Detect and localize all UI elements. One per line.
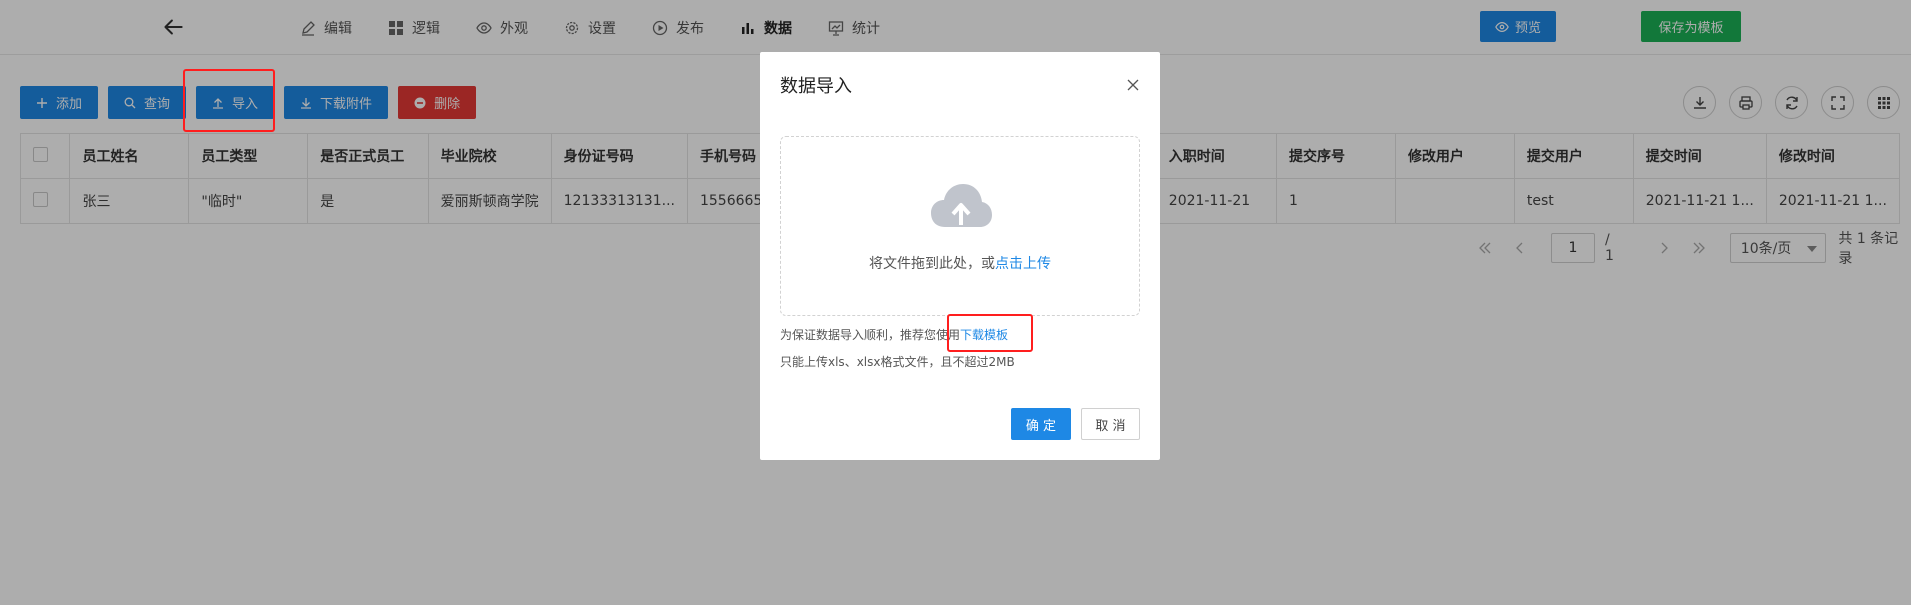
import-dialog: 数据导入 将文件拖到此处，或点击上传 为保证数据导入顺利，推荐您使用下载模板 只…	[760, 52, 1160, 460]
confirm-button[interactable]: 确 定	[1011, 408, 1071, 440]
dropzone-text: 将文件拖到此处，或点击上传	[781, 253, 1139, 273]
template-tip-text: 为保证数据导入顺利，推荐您使用	[780, 328, 961, 342]
cloud-upload-icon	[931, 184, 992, 227]
click-upload-link[interactable]: 点击上传	[995, 256, 1051, 272]
close-icon[interactable]	[1124, 76, 1142, 94]
dropzone-hint: 将文件拖到此处，或	[869, 256, 995, 272]
highlight-import-button	[183, 69, 275, 132]
cancel-button[interactable]: 取 消	[1081, 408, 1140, 440]
dialog-title: 数据导入	[780, 76, 852, 97]
file-limit-tip: 只能上传xls、xlsx格式文件，且不超过2MB	[780, 355, 1015, 369]
upload-dropzone[interactable]: 将文件拖到此处，或点击上传	[780, 136, 1140, 316]
highlight-download-template	[947, 314, 1033, 352]
